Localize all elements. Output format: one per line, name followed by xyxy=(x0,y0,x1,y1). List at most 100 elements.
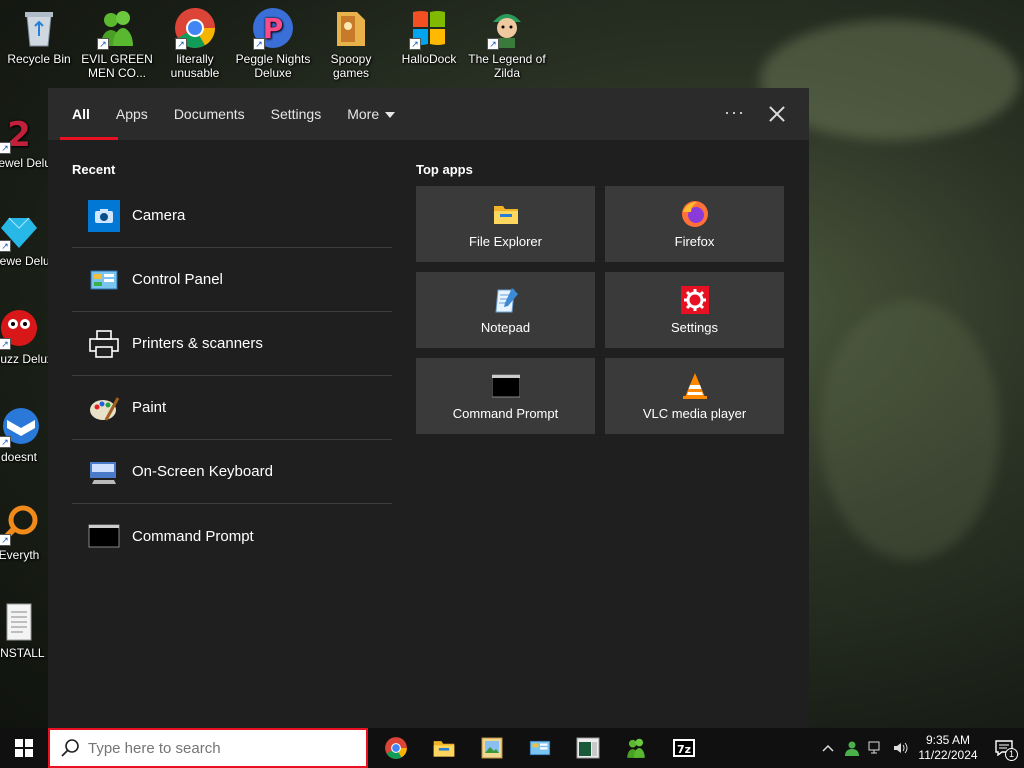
desktop-icon-label: Recycle Bin xyxy=(7,52,71,66)
7zip-icon: 7z xyxy=(672,736,696,760)
clock-date: 11/22/2024 xyxy=(918,748,978,762)
desktop-icon-evil-green-men[interactable]: ↗ EVIL GREEN MEN CO... xyxy=(78,0,156,80)
taskbar-app-file-explorer[interactable] xyxy=(420,728,468,768)
firefox-icon xyxy=(681,200,709,228)
taskbar: 7z 9:35 AM 11/22/2024 1 xyxy=(0,728,1024,768)
chevron-down-icon xyxy=(385,112,396,119)
tile-label: Firefox xyxy=(674,233,715,249)
desktop-icon-label: EVIL GREEN MEN CO... xyxy=(81,52,153,80)
desktop-icon-literally-unusable[interactable]: ↗ literally unusable xyxy=(156,0,234,80)
folder-icon xyxy=(329,6,373,50)
chrome-icon: ↗ xyxy=(173,6,217,50)
recent-section-title: Recent xyxy=(72,162,116,177)
shortcut-arrow-icon: ↗ xyxy=(175,38,187,50)
recent-item-camera[interactable]: Camera xyxy=(72,184,392,248)
printer-icon xyxy=(88,328,120,360)
zilda-icon: ↗ xyxy=(485,6,529,50)
top-app-settings[interactable]: Settings xyxy=(605,272,784,348)
shortcut-arrow-icon: ↗ xyxy=(0,240,11,252)
more-options-button[interactable]: ··· xyxy=(724,88,745,140)
desktop-icon-peggle-nights[interactable]: P ↗ Peggle Nights Deluxe xyxy=(234,0,312,80)
tile-label: Notepad xyxy=(480,319,531,335)
desktop-icon-legend-of-zilda[interactable]: ↗ The Legend of Zilda xyxy=(468,0,546,80)
windows-logo-icon: ↗ xyxy=(407,6,451,50)
taskbar-app-control-panel[interactable] xyxy=(516,728,564,768)
recent-item-command-prompt[interactable]: Command Prompt xyxy=(72,504,392,568)
recent-item-paint[interactable]: Paint xyxy=(72,376,392,440)
top-app-command-prompt[interactable]: Command Prompt xyxy=(416,358,595,434)
user-tray-icon[interactable] xyxy=(840,736,864,760)
file-explorer-icon xyxy=(492,200,520,228)
shortcut-arrow-icon: ↗ xyxy=(0,534,11,546)
taskbar-app-7zip[interactable]: 7z xyxy=(660,728,708,768)
chrome-icon xyxy=(384,736,408,760)
search-filter-tabs: All Apps Documents Settings More ··· xyxy=(48,88,809,140)
settings-gear-icon xyxy=(680,285,709,314)
top-app-file-explorer[interactable]: File Explorer xyxy=(416,186,595,262)
desktop-icon-label: Peggle Nights Deluxe xyxy=(235,52,311,80)
terminal-window-icon xyxy=(576,736,600,760)
recent-item-label: Command Prompt xyxy=(132,527,254,545)
close-icon[interactable] xyxy=(765,102,789,126)
wallpaper-shadow xyxy=(820,300,1000,560)
desktop-icon-spoopy-games[interactable]: Spoopy games xyxy=(312,0,390,80)
recent-item-printers-scanners[interactable]: Printers & scanners xyxy=(72,312,392,376)
tab-all[interactable]: All xyxy=(60,88,118,140)
tab-label: Settings xyxy=(270,106,322,122)
taskbar-app-image-viewer[interactable] xyxy=(468,728,516,768)
search-panel: All Apps Documents Settings More ··· Rec… xyxy=(48,88,809,728)
bejeweled-icon: 2 ↗ xyxy=(0,110,41,155)
shortcut-arrow-icon: ↗ xyxy=(97,38,109,50)
keyboard-icon xyxy=(88,456,120,488)
top-app-vlc[interactable]: VLC media player xyxy=(605,358,784,434)
svg-text:7z: 7z xyxy=(677,743,691,756)
windows-start-icon xyxy=(15,739,33,757)
chevron-up-icon[interactable] xyxy=(816,736,840,760)
everything-search-icon: ↗ xyxy=(0,502,41,546)
tab-more[interactable]: More xyxy=(347,88,396,140)
taskbar-search-box[interactable] xyxy=(48,728,368,768)
top-app-notepad[interactable]: Notepad xyxy=(416,272,595,348)
tile-label: Settings xyxy=(671,319,718,335)
network-icon[interactable] xyxy=(864,736,888,760)
control-panel-icon xyxy=(528,736,552,760)
recent-item-on-screen-keyboard[interactable]: On-Screen Keyboard xyxy=(72,440,392,504)
taskbar-app-chrome[interactable] xyxy=(372,728,420,768)
bejeweled-diamond-icon: ↗ xyxy=(0,208,41,252)
tab-settings[interactable]: Settings xyxy=(271,88,322,140)
start-button[interactable] xyxy=(0,728,48,768)
desktop-icon-recycle-bin[interactable]: Recycle Bin xyxy=(0,0,78,66)
camera-icon xyxy=(88,199,120,232)
tab-label: More xyxy=(347,106,380,122)
taskbar-clock[interactable]: 9:35 AM 11/22/2024 xyxy=(912,733,984,763)
desktop-icon-label: literally unusable xyxy=(170,52,220,80)
recycle-bin-icon xyxy=(17,6,61,50)
shortcut-arrow-icon: ↗ xyxy=(0,338,11,350)
recent-item-label: Camera xyxy=(132,207,186,224)
control-panel-icon xyxy=(88,264,120,296)
taskbar-app-terminal[interactable] xyxy=(564,728,612,768)
taskbar-app-green-men[interactable] xyxy=(612,728,660,768)
notification-center-button[interactable]: 1 xyxy=(984,728,1024,768)
desktop-icon-hallodock[interactable]: ↗ HalloDock xyxy=(390,0,468,66)
chuzzle-icon: ↗ xyxy=(0,306,41,350)
shortcut-arrow-icon: ↗ xyxy=(0,436,11,448)
recent-item-control-panel[interactable]: Control Panel xyxy=(72,248,392,312)
tab-label: Documents xyxy=(173,106,245,122)
volume-icon[interactable] xyxy=(888,736,912,760)
top-app-firefox[interactable]: Firefox xyxy=(605,186,784,262)
tab-documents[interactable]: Documents xyxy=(174,88,245,140)
file-explorer-icon xyxy=(432,736,456,760)
desktop-icon-label: HalloDock xyxy=(401,52,457,66)
paint-icon xyxy=(88,392,120,424)
peggle-icon: P ↗ xyxy=(251,6,295,50)
tab-label: All xyxy=(72,106,90,122)
notepad-icon xyxy=(492,286,520,314)
tab-apps[interactable]: Apps xyxy=(116,88,148,140)
shortcut-arrow-icon: ↗ xyxy=(487,38,499,50)
command-prompt-icon xyxy=(88,520,120,552)
desktop-icon-label: The Legend of Zilda xyxy=(468,52,546,80)
search-input[interactable] xyxy=(88,739,348,757)
desktop-icon-label: Spoopy games xyxy=(330,52,372,80)
svg-text:P: P xyxy=(263,12,284,45)
